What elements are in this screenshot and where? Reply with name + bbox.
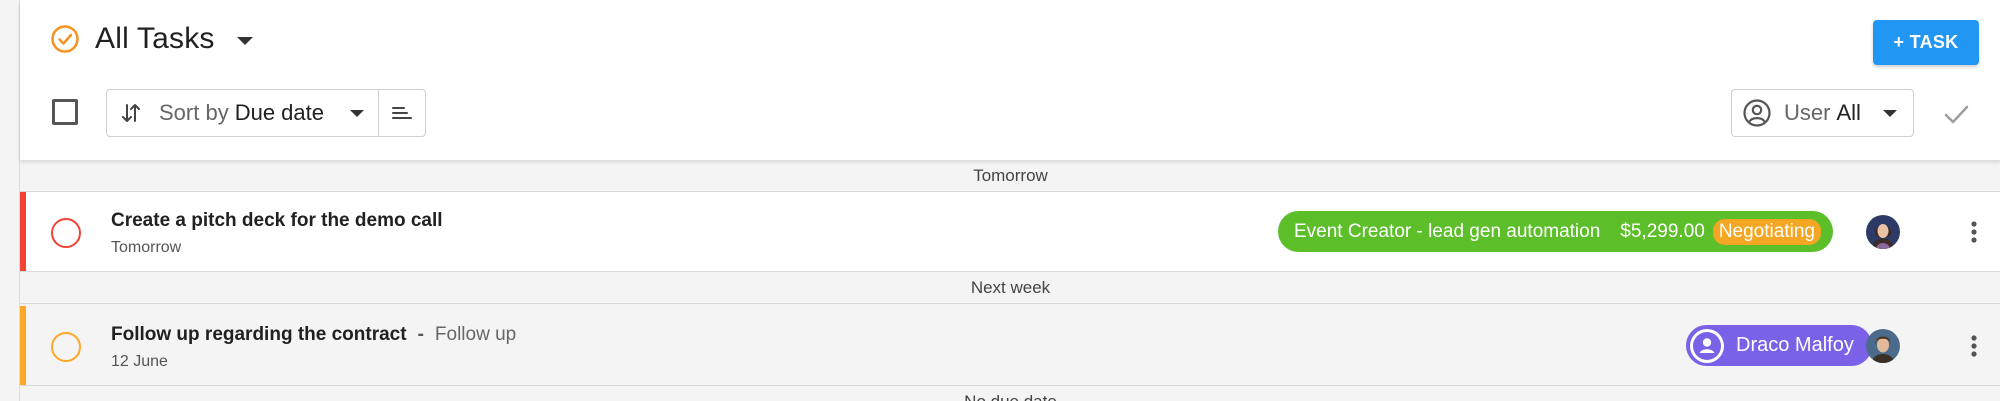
check-icon[interactable] [1941,99,1971,129]
contact-name: Draco Malfoy [1736,334,1854,356]
owner-avatar-image [1866,215,1900,249]
sort-value-label: Due date [234,100,324,125]
task-row[interactable]: Create a pitch deck for the demo call To… [20,192,2000,272]
task-due-date: Tomorrow [111,239,182,256]
task-title[interactable]: Follow up regarding the contract [111,324,407,346]
sort-arrows-icon [122,104,140,122]
check-circle-icon [51,25,79,53]
deal-chip[interactable]: Event Creator - lead gen automation $5,2… [1278,211,1833,252]
sort-prefix-label: Sort by [159,100,229,125]
contact-chip[interactable]: Draco Malfoy [1686,325,1872,366]
task-due-date: 12 June [111,353,168,370]
deal-amount: $5,299.00 [1620,220,1705,242]
user-filter-value: All [1836,100,1861,125]
user-filter-dropdown[interactable]: User All [1731,89,1914,137]
sort-dropdown[interactable]: Sort by Due date [107,90,379,136]
chevron-down-icon [350,109,364,117]
group-header-no-due-date: No due date [20,386,2000,401]
group-header-tomorrow: Tomorrow [20,160,2000,192]
sort-order-button[interactable] [379,90,425,136]
person-icon [1690,328,1724,363]
user-filter-prefix: User [1784,100,1831,125]
page-title: All Tasks [95,22,215,55]
deal-stage-badge: Negotiating [1712,218,1821,245]
task-separator: - [417,324,424,345]
task-type: Follow up [434,324,517,345]
task-row[interactable]: Follow up regarding the contract - Follo… [20,306,2000,386]
avatar[interactable] [1866,329,1900,363]
select-all-checkbox[interactable] [52,99,78,125]
sort-control: Sort by Due date [106,89,426,137]
owner-avatar-image [1866,329,1900,363]
toolbar: All Tasks + TASK Sort by Due date User A… [20,0,2000,160]
chevron-down-icon [1883,109,1897,117]
group-header-next-week: Next week [20,272,2000,304]
priority-bar [20,192,26,271]
task-complete-checkbox[interactable] [51,218,81,248]
view-dropdown-caret-icon[interactable] [236,37,253,45]
task-title-line: Create a pitch deck for the demo call [111,210,443,232]
priority-bar [20,306,26,385]
deal-name: Event Creator - lead gen automation [1294,220,1601,242]
add-task-button[interactable]: + TASK [1873,20,1979,65]
page-title-row[interactable]: All Tasks [50,22,253,56]
more-vertical-icon[interactable] [1961,219,1987,245]
more-vertical-icon[interactable] [1961,333,1987,359]
task-complete-checkbox[interactable] [51,332,81,362]
task-title[interactable]: Create a pitch deck for the demo call [111,210,443,232]
user-circle-icon [1743,99,1771,127]
task-title-line: Follow up regarding the contract - Follo… [111,324,516,346]
avatar[interactable] [1866,215,1900,249]
app-window: All Tasks + TASK Sort by Due date User A… [19,0,2000,401]
sort-lines-icon [392,107,412,119]
